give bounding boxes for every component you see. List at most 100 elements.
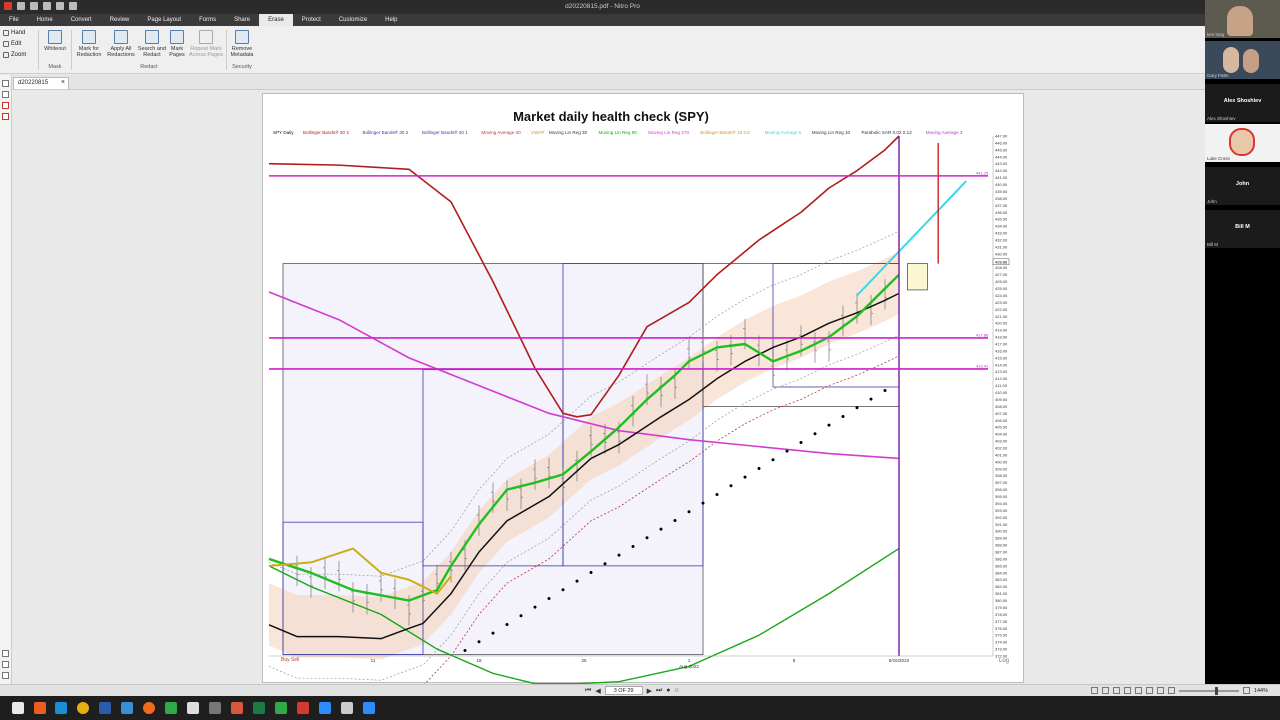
start-menu-icon[interactable] (12, 702, 24, 714)
mark-pages-button[interactable]: Mark Pages (164, 30, 190, 58)
pdf-page[interactable]: Market daily health check (SPY) SPY Dail… (262, 93, 1024, 702)
last-page-icon[interactable]: ⏭ (656, 687, 662, 695)
zoom-app-icon[interactable] (319, 702, 331, 714)
participant-tile[interactable]: John John (1205, 167, 1280, 205)
sar-dot (645, 536, 649, 540)
excel-icon[interactable] (253, 702, 265, 714)
first-page-icon[interactable]: ⏮ (585, 687, 591, 695)
previous-view-icon[interactable]: ● (666, 687, 670, 694)
y-tick-label: 409.00 (995, 397, 1008, 402)
tab-review[interactable]: Review (101, 14, 139, 26)
y-tick-label: 380.00 (995, 598, 1008, 603)
tab-file[interactable]: File (0, 14, 28, 26)
y-tick-label: 400.00 (995, 459, 1008, 464)
zoom-out-icon[interactable] (1167, 687, 1175, 694)
y-tick-label: 392.00 (995, 515, 1008, 520)
apply-all-redactions-button[interactable]: Apply All Redactions (106, 30, 136, 58)
tags-panel-icon[interactable] (2, 661, 9, 668)
y-tick-label: 383.00 (995, 577, 1008, 582)
edge-browser-icon[interactable] (55, 702, 67, 714)
fit-width-icon[interactable] (1134, 687, 1142, 694)
tab-share[interactable]: Share (225, 14, 259, 26)
close-tab-icon[interactable]: × (61, 79, 65, 86)
attachments-icon[interactable] (2, 102, 9, 109)
file-explorer-icon[interactable] (187, 702, 199, 714)
whiteout-button[interactable]: Whiteout (40, 30, 70, 52)
x-tick-label: 8/15/2022 (889, 658, 910, 663)
sar-dot (855, 406, 859, 410)
y-tick-label: 406.00 (995, 418, 1008, 423)
tab-page-layout[interactable]: Page Layout (138, 14, 190, 26)
participant-display-name: Alex Shoshiev (1223, 98, 1262, 104)
ribbon-tabs: File Home Convert Review Page Layout For… (0, 14, 1205, 26)
document-tab[interactable]: d20220815 × (13, 77, 69, 89)
single-page-view-icon[interactable] (1090, 687, 1098, 694)
bookmarks-icon[interactable] (2, 91, 9, 98)
participant-tile[interactable]: ken long (1205, 0, 1280, 38)
tab-customize[interactable]: Customize (330, 14, 376, 26)
y-tick-label: 377.00 (995, 619, 1008, 624)
tab-help[interactable]: Help (376, 14, 406, 26)
next-page-icon[interactable]: ▶ (647, 687, 652, 695)
participant-tile[interactable]: Bill M Bill M (1205, 210, 1280, 248)
log-scale-label[interactable]: Log (999, 658, 1009, 664)
continuous-view-icon[interactable] (1101, 687, 1109, 694)
trading-app-icon[interactable] (275, 702, 287, 714)
page-number-field[interactable]: 3 OF 29 (604, 686, 643, 695)
edit-mode-button[interactable]: Edit (3, 41, 21, 47)
word-icon[interactable] (99, 702, 111, 714)
settings-panel-icon[interactable] (2, 672, 9, 679)
legend-item: Moving Lin Reg 90 (599, 130, 638, 135)
zoom-meeting-icon[interactable] (363, 702, 375, 714)
snagit-icon[interactable] (209, 702, 221, 714)
search-and-redact-button[interactable]: Search and Redact (137, 30, 167, 58)
participant-tile[interactable]: Luke Cross (1205, 124, 1280, 162)
tab-forms[interactable]: Forms (190, 14, 225, 26)
y-tick-label: 410.00 (995, 390, 1008, 395)
tab-erase[interactable]: Erase (259, 14, 293, 26)
x-tick-label: 11 (371, 658, 376, 663)
facing-continuous-view-icon[interactable] (1123, 687, 1131, 694)
hand-mode-button[interactable]: Hand (3, 30, 25, 36)
y-tick-label: 428.00 (995, 265, 1008, 270)
remove-metadata-button[interactable]: Remove Metadata (227, 30, 257, 58)
rotate-icon[interactable] (1156, 687, 1164, 694)
chrome-browser-icon[interactable] (77, 702, 89, 714)
repeat-mark-button[interactable]: Repeat Mark Across Pages (188, 30, 224, 58)
brave-browser-icon[interactable] (34, 702, 46, 714)
trading-app-icon[interactable] (165, 702, 177, 714)
y-tick-label: 402.00 (995, 446, 1008, 451)
app-icon[interactable] (341, 702, 353, 714)
zoom-slider-knob[interactable] (1214, 686, 1218, 695)
sar-dot (841, 414, 845, 418)
comments-icon[interactable] (2, 113, 9, 120)
nitro-pro-icon[interactable] (297, 702, 309, 714)
zoom-level[interactable]: 144% (1254, 688, 1268, 694)
output-panel-icon[interactable] (2, 650, 9, 657)
participant-tile[interactable]: Gary Pattn (1205, 41, 1280, 79)
mark-for-redaction-button[interactable]: Mark for Redaction (74, 30, 104, 58)
firefox-icon[interactable] (143, 702, 155, 714)
app-icon[interactable] (231, 702, 243, 714)
fit-page-icon[interactable] (1145, 687, 1153, 694)
zoom-slider[interactable] (1178, 686, 1239, 695)
chart-title: Market daily health check (SPY) (513, 109, 709, 124)
sar-dot (785, 449, 789, 453)
y-tick-label: 388.00 (995, 543, 1008, 548)
y-tick-label: 408.00 (995, 404, 1008, 409)
document-tab-label: d20220815 (18, 80, 49, 86)
pages-panel-icon[interactable] (2, 80, 9, 87)
zoom-in-icon[interactable] (1242, 687, 1250, 694)
facing-view-icon[interactable] (1112, 687, 1120, 694)
tab-convert[interactable]: Convert (62, 14, 101, 26)
tab-home[interactable]: Home (28, 14, 62, 26)
next-view-icon[interactable]: ○ (675, 687, 679, 694)
previous-page-icon[interactable]: ◀ (595, 687, 600, 695)
legend-item: Moving Average 3 (926, 130, 963, 135)
y-tick-label: 435.00 (995, 217, 1008, 222)
participant-display-name: John (1235, 181, 1250, 187)
tab-protect[interactable]: Protect (293, 14, 330, 26)
participant-tile[interactable]: Alex Shoshiev Alex Shoshiev (1205, 84, 1280, 122)
zoom-mode-button[interactable]: Zoom (3, 52, 26, 58)
app-icon[interactable] (121, 702, 133, 714)
